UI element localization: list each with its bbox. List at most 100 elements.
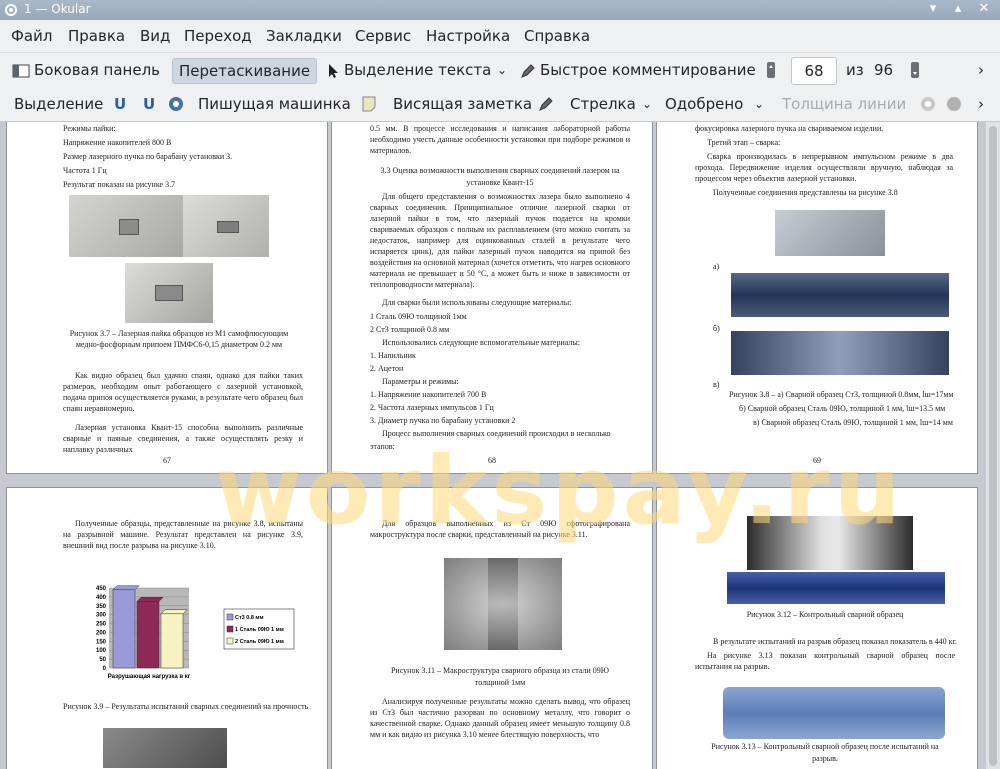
chart-bar (136, 601, 160, 669)
p68-list-item: 2 Ст3 толщиной 0.8 мм (370, 325, 450, 334)
page-down-icon[interactable] (910, 61, 920, 79)
arrow-tool-icon[interactable] (538, 96, 554, 112)
approved-button[interactable]: Одобрено (665, 92, 743, 116)
okular-app-icon (5, 4, 17, 16)
document-viewport[interactable]: Режимы пайки: Напряжение накопителей 800… (0, 122, 1000, 769)
sticky-note-button[interactable]: Висящая заметка (393, 92, 532, 116)
menu-view[interactable]: Вид (140, 27, 170, 45)
p72-paragraph: На рисунке 3.13 показан контрольный свар… (695, 651, 955, 671)
p69-line: Полученные соединения представлены на ри… (713, 188, 898, 197)
drag-mode-button[interactable]: Перетаскивание (172, 58, 318, 84)
squiggle-icon[interactable]: U (143, 92, 155, 116)
color-wheel-icon[interactable] (920, 96, 936, 112)
figure-caption: в) Сварной образец Сталь 09Ю, толщиной 1… (753, 418, 953, 427)
page-total: 96 (874, 61, 894, 79)
page-70: Полученные образцы, представленные на ри… (6, 487, 328, 769)
page-71: Для образцов выполненных из Ст 09Ю сфото… (331, 487, 653, 769)
p68-list-item: 2. Частота лазерных импульсов 1 Гц (370, 403, 494, 412)
text-select-label: Выделение текста (344, 61, 492, 79)
cursor-icon (329, 63, 338, 78)
text-select-button[interactable]: Выделение текста (328, 58, 491, 82)
p72-paragraph: В результате испытаний на разрыв образец… (713, 637, 957, 646)
close-icon[interactable]: ✕ (976, 1, 992, 17)
photo-broken-samples (103, 728, 227, 768)
chart-y-tick-label: 300 (96, 613, 107, 619)
opacity-icon[interactable] (946, 96, 962, 112)
p70-paragraph: Полученные образцы, представленные на ри… (63, 519, 303, 550)
p68-list-item: 2. Ацетон (370, 364, 404, 373)
scrollbar-thumb[interactable] (989, 126, 997, 766)
label-b: б) (713, 324, 720, 333)
chart-y-tick-label: 450 (96, 586, 107, 592)
arrow-dropdown-icon[interactable]: ⌄ (642, 92, 652, 116)
arrow-button[interactable]: Стрелка (570, 92, 636, 116)
window-title: 1 — Okular (24, 2, 91, 16)
chart-y-tick-label: 50 (99, 657, 106, 663)
figure-caption: Рисунок 3.13 – Контрольный сварной образ… (711, 742, 939, 751)
chevron-down-icon[interactable]: ⌄ (497, 58, 507, 82)
typewriter-button[interactable]: Пишущая машинка (198, 92, 351, 116)
label-c: в) (713, 380, 720, 389)
chart-legend-label: 1 Сталь 09Ю 1 мм (235, 627, 284, 633)
quick-comment-button[interactable]: Быстрое комментирование (520, 58, 756, 82)
strength-chart: 0 50 100 150 200 250 300 350 400 450 Ст3 0.8 мм 1 С… (96, 585, 295, 680)
chart-legend-label: 2 Сталь 09Ю 1 мм (235, 639, 284, 645)
title-bar: 1 — Okular ▾ ▴ ✕ (0, 0, 1000, 20)
p68-list-item: 1. Напряжение накопителей 700 В (370, 390, 487, 399)
toolbar-overflow-icon[interactable]: › (978, 58, 984, 82)
photo-sample-a (69, 195, 183, 257)
p67-paragraph: Лазерная установка Квант-15 способна вып… (63, 423, 303, 454)
page-number-input[interactable]: 68 (791, 57, 837, 85)
note-icon[interactable] (362, 96, 376, 112)
chart-y-tick-label: 0 (103, 666, 107, 672)
p71-paragraph: Для образцов выполненных из Ст 09Ю сфото… (370, 519, 630, 539)
photo-weld-top (775, 210, 885, 256)
photo-sample-c (125, 263, 213, 323)
p68-list-item: 1 Сталь 09Ю толщиной 1мм (370, 312, 467, 321)
vertical-scrollbar[interactable] (986, 122, 1000, 769)
p68-list-item: этапов: (370, 442, 395, 451)
figure-caption: разрыв. (812, 754, 838, 763)
figure-caption: Рисунок 3.12 – Контрольный сварной образ… (746, 610, 904, 619)
chart-y-tick-label: 200 (96, 630, 107, 636)
menu-go[interactable]: Переход (184, 27, 252, 45)
underline-icon[interactable]: U (114, 92, 126, 116)
chart-y-tick-label: 150 (96, 639, 107, 645)
page-72: Рисунок 3.12 – Контрольный сварной образ… (656, 487, 978, 769)
chart-legend-swatch (226, 637, 234, 645)
maximize-icon[interactable]: ▴ (950, 1, 966, 17)
main-toolbar: Боковая панель Перетаскивание Выделение … (0, 53, 1000, 87)
selection-button[interactable]: Выделение (14, 92, 103, 116)
p68-list-item: Использовались следующие вспомогательные… (382, 338, 580, 347)
p68-list-item: Процесс выполнения сварных соединений пр… (382, 429, 611, 438)
chart-legend-label: Ст3 0.8 мм (235, 615, 264, 621)
menu-edit[interactable]: Правка (68, 27, 125, 45)
page-number: 67 (163, 456, 171, 465)
stamp-icon[interactable] (168, 96, 184, 112)
p67-line: Частота 1 Гц (63, 166, 107, 175)
menu-bookmarks[interactable]: Закладки (266, 27, 342, 45)
page-of-label: из (846, 61, 864, 79)
section-heading: установке Квант-15 (466, 178, 534, 187)
quick-comment-label: Быстрое комментирование (540, 61, 756, 79)
page-67: Режимы пайки: Напряжение накопителей 800… (6, 122, 328, 474)
menu-settings[interactable]: Настройка (426, 27, 510, 45)
line-width-button[interactable]: Толщина линии (782, 92, 906, 116)
p68-paragraph: 0.5 мм. В процессе исследования и написа… (370, 124, 630, 155)
page-up-icon[interactable] (766, 61, 776, 79)
menu-file[interactable]: Файл (11, 27, 52, 45)
p69-paragraph: Сварка производилась в непрерывном импул… (695, 152, 953, 183)
p67-line: Режимы пайки: (63, 124, 116, 133)
menu-tools[interactable]: Сервис (355, 27, 411, 45)
menu-help[interactable]: Справка (524, 27, 590, 45)
approved-dropdown-icon[interactable]: ⌄ (754, 92, 764, 116)
sidebar-button[interactable]: Боковая панель (12, 58, 160, 82)
toolbar2-overflow-icon[interactable]: › (978, 92, 984, 116)
page-number: 69 (813, 456, 821, 465)
chart-bar-top (112, 585, 140, 591)
minimize-icon[interactable]: ▾ (925, 1, 941, 17)
p68-paragraph: Для общего представления о возможностях … (370, 192, 630, 289)
chart-x-label: Разрушающая нагрузка в кг (108, 674, 191, 680)
p68-list-item: Параметры и режимы: (382, 377, 459, 386)
page-number: 68 (488, 456, 496, 465)
